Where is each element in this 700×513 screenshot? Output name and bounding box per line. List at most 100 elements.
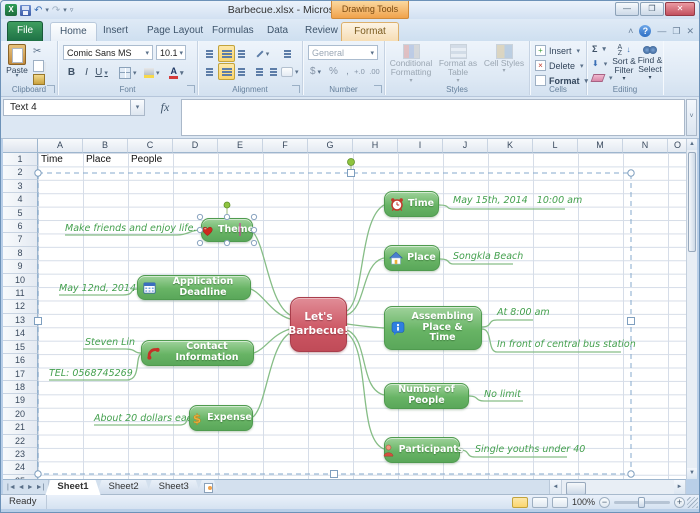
tab-file[interactable]: File [7,21,43,41]
tab-data[interactable]: Data [258,22,297,41]
column-header[interactable]: M [578,139,623,153]
zoom-slider-thumb[interactable] [638,497,645,508]
note-time[interactable]: May 15th, 2014 10:00 am [453,195,582,206]
prev-sheet-icon[interactable]: ◄ [18,484,25,491]
mindmap-node-number-of-people[interactable]: Number of People [384,383,469,409]
save-icon[interactable] [20,5,31,16]
minimize-button[interactable]: — [615,2,639,16]
align-bottom-button[interactable] [234,45,251,62]
next-sheet-icon[interactable]: ► [27,484,34,491]
name-box[interactable]: Text 4 [3,99,131,116]
note-participants[interactable]: Single youths under 40 [475,444,585,455]
row-header[interactable]: 16 [3,354,38,367]
row-header[interactable]: 18 [3,381,38,394]
copy-button[interactable] [33,60,44,72]
mindmap-node-time[interactable]: Time [384,191,439,217]
scroll-left-icon[interactable]: ◄ [550,480,562,495]
select-all-corner[interactable] [3,139,38,153]
minimize-ribbon-icon[interactable]: ˄ [628,26,633,36]
font-size-combo[interactable]: 10.1 [156,45,186,60]
orientation-button[interactable] [254,45,271,62]
insert-cells-button[interactable]: +Insert [535,45,580,56]
cell-b1[interactable]: Place [86,154,111,165]
fill-color-button[interactable] [143,64,161,81]
font-dialog-launcher[interactable] [187,85,195,93]
merge-center-button[interactable] [280,63,300,80]
customize-qat-icon[interactable]: ▿ [70,6,74,14]
sheet-tab-sheet3[interactable]: Sheet3 [147,480,201,495]
mindmap-node-expense[interactable]: $ Expense [189,405,253,431]
scroll-down-icon[interactable]: ▼ [687,468,697,479]
workbook-close-icon[interactable]: ✕ [686,26,694,37]
row-header[interactable]: 1 [3,153,38,166]
first-sheet-icon[interactable]: |◄ [7,484,16,491]
note-application-deadline[interactable]: May 12nd, 2014 [59,283,136,294]
column-header[interactable]: H [353,139,398,153]
row-header[interactable]: 24 [3,461,38,474]
align-top-button[interactable] [202,45,219,62]
tab-home[interactable]: Home [50,22,97,41]
mindmap-node-place[interactable]: Place [384,245,440,271]
column-header[interactable]: N [623,139,668,153]
underline-button[interactable]: U [93,64,110,81]
workbook-restore-icon[interactable]: ❐ [672,26,680,37]
autosum-button[interactable]: Σ [592,44,606,54]
insert-worksheet-button[interactable] [197,480,219,495]
row-header[interactable]: 7 [3,233,38,246]
cut-button[interactable]: ✂ [33,46,41,57]
close-button[interactable]: ✕ [665,2,695,16]
column-header[interactable]: L [533,139,578,153]
last-sheet-icon[interactable]: ►| [36,484,45,491]
font-name-combo[interactable]: Comic Sans MS [63,45,153,60]
delete-cells-button[interactable]: ×Delete [535,60,584,71]
note-theme[interactable]: Make friends and enjoy life. [65,223,196,234]
column-header[interactable]: I [398,139,443,153]
column-header[interactable]: K [488,139,533,153]
sheet-tab-sheet1[interactable]: Sheet1 [45,480,100,495]
tab-page-layout[interactable]: Page Layout [138,22,212,41]
find-select-button[interactable]: Find & Select▾ [637,45,663,81]
note-expense[interactable]: About 20 dollars each [94,413,198,424]
column-header[interactable]: F [263,139,308,153]
mindmap-node-participants[interactable]: Participants [384,437,460,463]
note-place[interactable]: Songkla Beach [453,251,523,262]
formula-bar-expand-icon[interactable]: ˅ [686,99,697,136]
redo-dropdown-icon[interactable]: ▾ [63,6,67,14]
zoom-slider[interactable] [614,501,670,504]
undo-icon[interactable]: ↶ [34,5,42,16]
undo-dropdown-icon[interactable]: ▾ [45,6,49,14]
insert-function-button[interactable]: fx [151,99,179,116]
row-header[interactable]: 6 [3,220,38,233]
number-format-combo[interactable]: General [308,45,378,60]
tab-review[interactable]: Review [296,22,347,41]
cells-area[interactable]: Time Place People [38,153,688,479]
clipboard-dialog-launcher[interactable] [47,85,55,93]
decrease-decimal-button[interactable]: .00 [366,63,383,80]
normal-view-button[interactable] [512,497,528,508]
accounting-format-button[interactable]: $ [307,63,324,80]
row-header[interactable]: 20 [3,408,38,421]
help-icon[interactable]: ? [639,25,651,37]
row-header[interactable]: 11 [3,287,38,300]
note-assembling-time[interactable]: At 8:00 am [497,307,550,318]
paste-button[interactable]: Paste ▾ [6,44,28,82]
row-header[interactable]: 14 [3,327,38,340]
font-color-button[interactable]: A [168,64,185,81]
cell-a1[interactable]: Time [41,154,63,165]
zoom-out-button[interactable]: − [599,497,610,508]
row-header[interactable]: 22 [3,435,38,448]
row-header[interactable]: 10 [3,274,38,287]
row-header[interactable]: 5 [3,207,38,220]
tab-insert[interactable]: Insert [94,22,137,41]
vertical-scroll-thumb[interactable] [688,152,696,252]
resize-grip[interactable] [687,497,698,508]
align-right-button[interactable] [234,63,251,80]
mindmap-center-node[interactable]: Let's Barbecue! [290,297,347,352]
column-header[interactable]: C [128,139,173,153]
row-header[interactable]: 12 [3,300,38,313]
row-header[interactable]: 15 [3,341,38,354]
row-header[interactable]: 13 [3,314,38,327]
redo-icon[interactable]: ↷ [52,5,60,16]
column-header[interactable]: G [308,139,353,153]
row-header[interactable]: 3 [3,180,38,193]
